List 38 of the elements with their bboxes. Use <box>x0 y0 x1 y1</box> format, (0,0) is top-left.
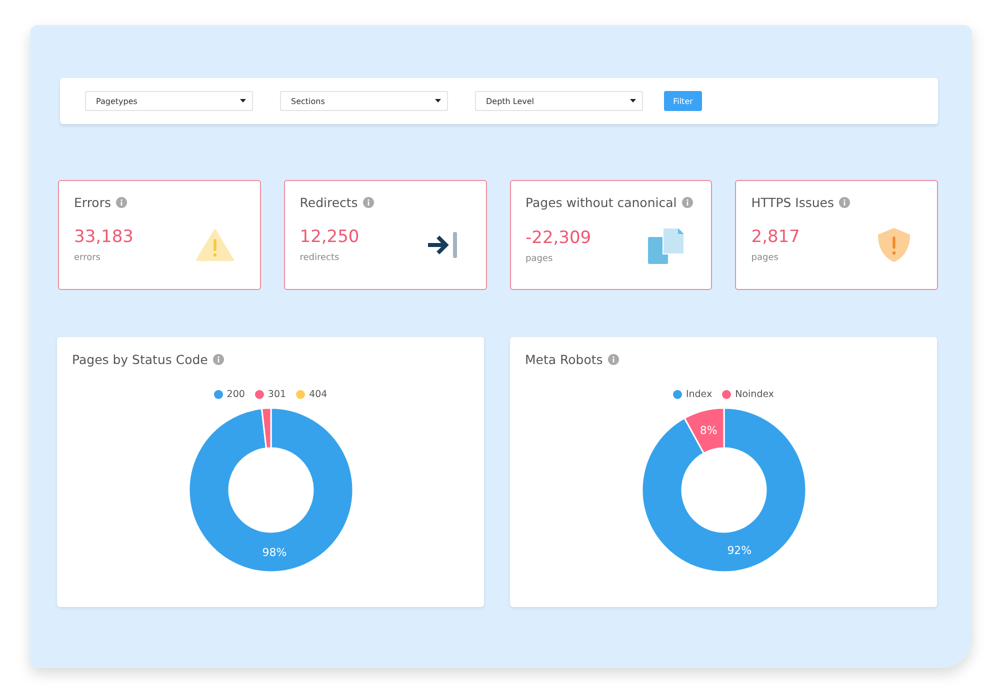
stat-unit: errors <box>74 253 102 263</box>
legend-label[interactable]: 200 <box>226 389 245 400</box>
card-title: Pages without canonical <box>526 195 677 210</box>
legend-label[interactable]: 404 <box>309 389 328 400</box>
shield-warning-icon <box>877 227 911 263</box>
info-icon <box>116 197 127 208</box>
info-icon <box>212 354 224 365</box>
legend-label[interactable]: Noindex <box>735 389 774 400</box>
warning-icon <box>196 229 234 261</box>
card-title: Errors <box>74 195 111 210</box>
caret-icon <box>435 99 441 103</box>
caret-icon <box>630 99 636 103</box>
slice-label: 8% <box>699 424 717 437</box>
caret-icon <box>240 99 246 103</box>
info-icon <box>682 197 693 208</box>
arrow-to-bar-icon <box>426 231 460 259</box>
copy-documents-icon <box>647 227 686 265</box>
card-title: HTTPS Issues <box>751 195 834 210</box>
chart-title: Meta Robots <box>525 352 603 367</box>
info-icon <box>362 197 374 208</box>
stat-unit: pages <box>751 253 780 263</box>
legend-label[interactable]: 301 <box>268 389 286 400</box>
slice-label: 98% <box>262 546 286 559</box>
stat-unit: pages <box>526 254 554 264</box>
stat-value: 33,183 <box>74 227 134 247</box>
stat-value: -22,309 <box>526 228 592 248</box>
stat-unit: redirects <box>300 253 340 263</box>
info-icon <box>838 197 850 208</box>
slice-label: 92% <box>726 544 752 558</box>
stat-value: 12,250 <box>300 227 360 247</box>
stat-value: 2,817 <box>751 227 800 247</box>
card-title: Redirects <box>300 195 358 210</box>
legend-label[interactable]: Index <box>686 389 712 400</box>
dropdown[interactable]: Depth Level <box>475 91 643 111</box>
info-icon <box>608 354 619 365</box>
dropdown[interactable]: Sections <box>280 91 448 111</box>
dropdown[interactable]: Pagetypes <box>85 91 253 111</box>
chart-title: Pages by Status Code <box>72 352 208 367</box>
